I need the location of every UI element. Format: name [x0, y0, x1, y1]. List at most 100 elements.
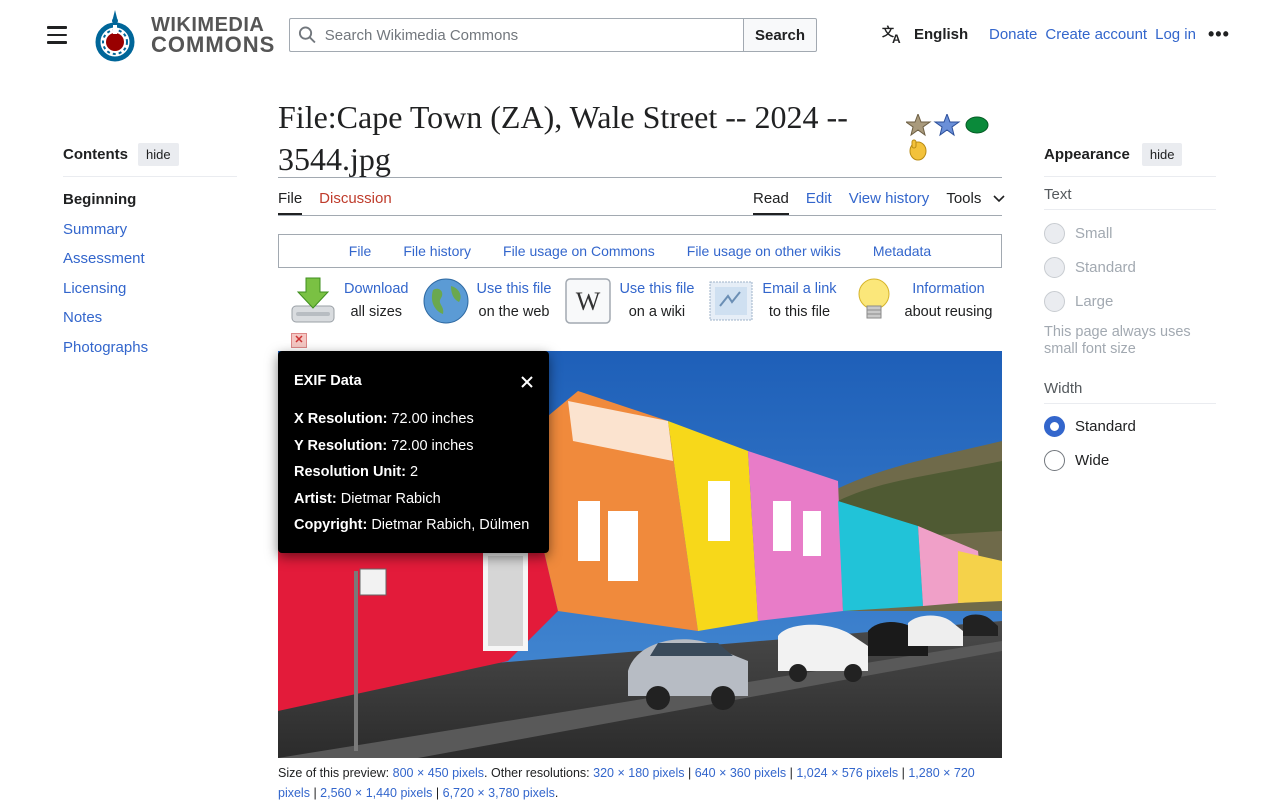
file-actions: Download all sizes Use this file on the …	[288, 276, 992, 326]
tab-edit[interactable]: Edit	[806, 190, 832, 207]
wikimedia-commons-logo-icon[interactable]	[93, 8, 137, 62]
width-section: Width Standard Wide	[1044, 380, 1216, 471]
create-account-link[interactable]: Create account	[1045, 26, 1147, 43]
action-info-reusing[interactable]: Information about reusing	[849, 276, 993, 326]
language-icon: 文 A	[882, 24, 901, 44]
width-wide-label: Wide	[1075, 452, 1110, 469]
appearance-hide-button[interactable]: hide	[1141, 143, 1183, 166]
toc-item-photographs[interactable]: Photographs	[63, 333, 148, 363]
action-download-sub: all sizes	[350, 304, 403, 320]
globe-icon	[423, 278, 468, 324]
search-icon	[298, 26, 316, 44]
tab-view-history[interactable]: View history	[849, 190, 930, 207]
preview-current-size[interactable]: 800 × 450 pixels	[393, 766, 484, 780]
toc-item-licensing[interactable]: Licensing	[63, 274, 148, 304]
exif-label: Y Resolution:	[294, 437, 388, 454]
tab-file[interactable]: File	[278, 190, 303, 215]
exif-row: Resolution Unit: 2	[294, 459, 533, 486]
exif-label: Artist:	[294, 490, 337, 507]
wikipedia-icon: W	[565, 278, 612, 324]
exif-popup: EXIF Data X Resolution: 72.00 inches Y R…	[278, 351, 549, 553]
action-email-link[interactable]: Email a link to this file	[706, 276, 837, 326]
toc-hide-button[interactable]: hide	[138, 143, 179, 166]
close-icon[interactable]: ✕	[291, 333, 307, 348]
action-use-web-label: Use this file	[476, 281, 552, 297]
chevron-down-icon	[993, 194, 1005, 202]
text-size-label: Text	[1044, 186, 1072, 203]
action-info-reusing-label: Information	[912, 281, 985, 297]
valued-image-star-icon[interactable]	[933, 114, 961, 137]
text-size-large: Large	[1044, 291, 1216, 312]
resolution-link[interactable]: 1,024 × 576 pixels	[796, 766, 898, 780]
text-size-section: Text Small Standard Large This page alwa…	[1044, 186, 1216, 358]
filenav-file[interactable]: File	[349, 243, 372, 259]
toc-item-beginning[interactable]: Beginning	[63, 185, 148, 215]
tab-discussion[interactable]: Discussion	[319, 190, 392, 215]
email-icon	[709, 281, 753, 321]
log-in-link[interactable]: Log in	[1155, 26, 1196, 43]
action-use-wiki[interactable]: W Use this file on a wiki	[563, 276, 694, 326]
exif-value: 72.00 inches	[391, 411, 474, 427]
language-label: English	[914, 25, 969, 43]
language-selector[interactable]: 文 A English	[882, 24, 968, 44]
toc-item-summary[interactable]: Summary	[63, 215, 148, 245]
quality-image-star-icon[interactable]	[906, 114, 932, 137]
exif-value: Dietmar Rabich, Dülmen	[371, 517, 530, 533]
appearance-header: Appearance hide	[1044, 143, 1216, 177]
resolution-link[interactable]: 6,720 × 3,780 pixels	[443, 786, 555, 800]
toc-list: Beginning Summary Assessment Licensing N…	[63, 185, 148, 362]
download-icon	[291, 277, 335, 323]
resolution-link[interactable]: 640 × 360 pixels	[695, 766, 786, 780]
appearance-title: Appearance	[1044, 146, 1130, 163]
search-input[interactable]	[324, 26, 743, 44]
close-icon[interactable]	[521, 376, 533, 388]
action-download[interactable]: Download all sizes	[288, 276, 409, 326]
resolution-link[interactable]: 2,560 × 1,440 pixels	[320, 786, 432, 800]
hand-icon[interactable]	[909, 139, 927, 161]
action-info-reusing-sub: about reusing	[904, 304, 993, 320]
exif-row: Copyright: Dietmar Rabich, Dülmen	[294, 512, 533, 539]
action-use-web[interactable]: Use this file on the web	[421, 276, 552, 326]
other-resolutions-label: . Other resolutions:	[484, 766, 590, 780]
namespace-tabs: File Discussion	[278, 190, 392, 215]
title-divider	[278, 177, 1002, 178]
width-wide-option[interactable]: Wide	[1044, 450, 1216, 471]
radio-width-wide[interactable]	[1044, 450, 1065, 471]
search-button[interactable]: Search	[743, 18, 817, 52]
toc-header: Contents hide	[63, 143, 237, 177]
lightbulb-icon	[858, 278, 890, 319]
search-box	[289, 18, 743, 52]
donate-link[interactable]: Donate	[989, 26, 1037, 43]
exif-row: Y Resolution: 72.00 inches	[294, 433, 533, 460]
action-use-wiki-sub: on a wiki	[628, 304, 686, 320]
personal-links: Donate Create account Log in	[989, 26, 1196, 43]
tools-dropdown[interactable]: Tools	[946, 190, 1005, 207]
divider	[1044, 403, 1216, 404]
resolution-link[interactable]: 320 × 180 pixels	[593, 766, 684, 780]
tab-read[interactable]: Read	[753, 190, 789, 215]
radio-large	[1044, 291, 1065, 312]
more-options-icon[interactable]: •••	[1208, 24, 1230, 45]
width-standard-option[interactable]: Standard	[1044, 416, 1216, 437]
divider	[1044, 209, 1216, 210]
action-use-web-sub: on the web	[478, 304, 550, 320]
text-size-large-label: Large	[1075, 293, 1114, 310]
main-menu-button[interactable]	[44, 22, 70, 48]
filenav-usage-commons[interactable]: File usage on Commons	[503, 243, 655, 259]
radio-width-standard[interactable]	[1044, 416, 1065, 437]
filenav-usage-other-wikis[interactable]: File usage on other wikis	[687, 243, 841, 259]
filenav-metadata[interactable]: Metadata	[873, 243, 931, 259]
green-blob-icon[interactable]	[965, 116, 989, 134]
view-tabs: Read Edit View history Tools	[753, 190, 1005, 215]
toc-title: Contents	[63, 146, 128, 163]
toc-item-notes[interactable]: Notes	[63, 303, 148, 333]
exif-label: X Resolution:	[294, 411, 388, 427]
svg-text:W: W	[576, 287, 601, 316]
width-label: Width	[1044, 380, 1083, 397]
filenav-file-history[interactable]: File history	[403, 243, 471, 259]
exif-row: X Resolution: 72.00 inches	[294, 406, 533, 433]
exif-value: 72.00 inches	[391, 437, 474, 454]
search-form: Search	[289, 18, 817, 52]
wordmark[interactable]: WIKIMEDIA COMMONS	[151, 15, 275, 56]
toc-item-assessment[interactable]: Assessment	[63, 244, 148, 274]
